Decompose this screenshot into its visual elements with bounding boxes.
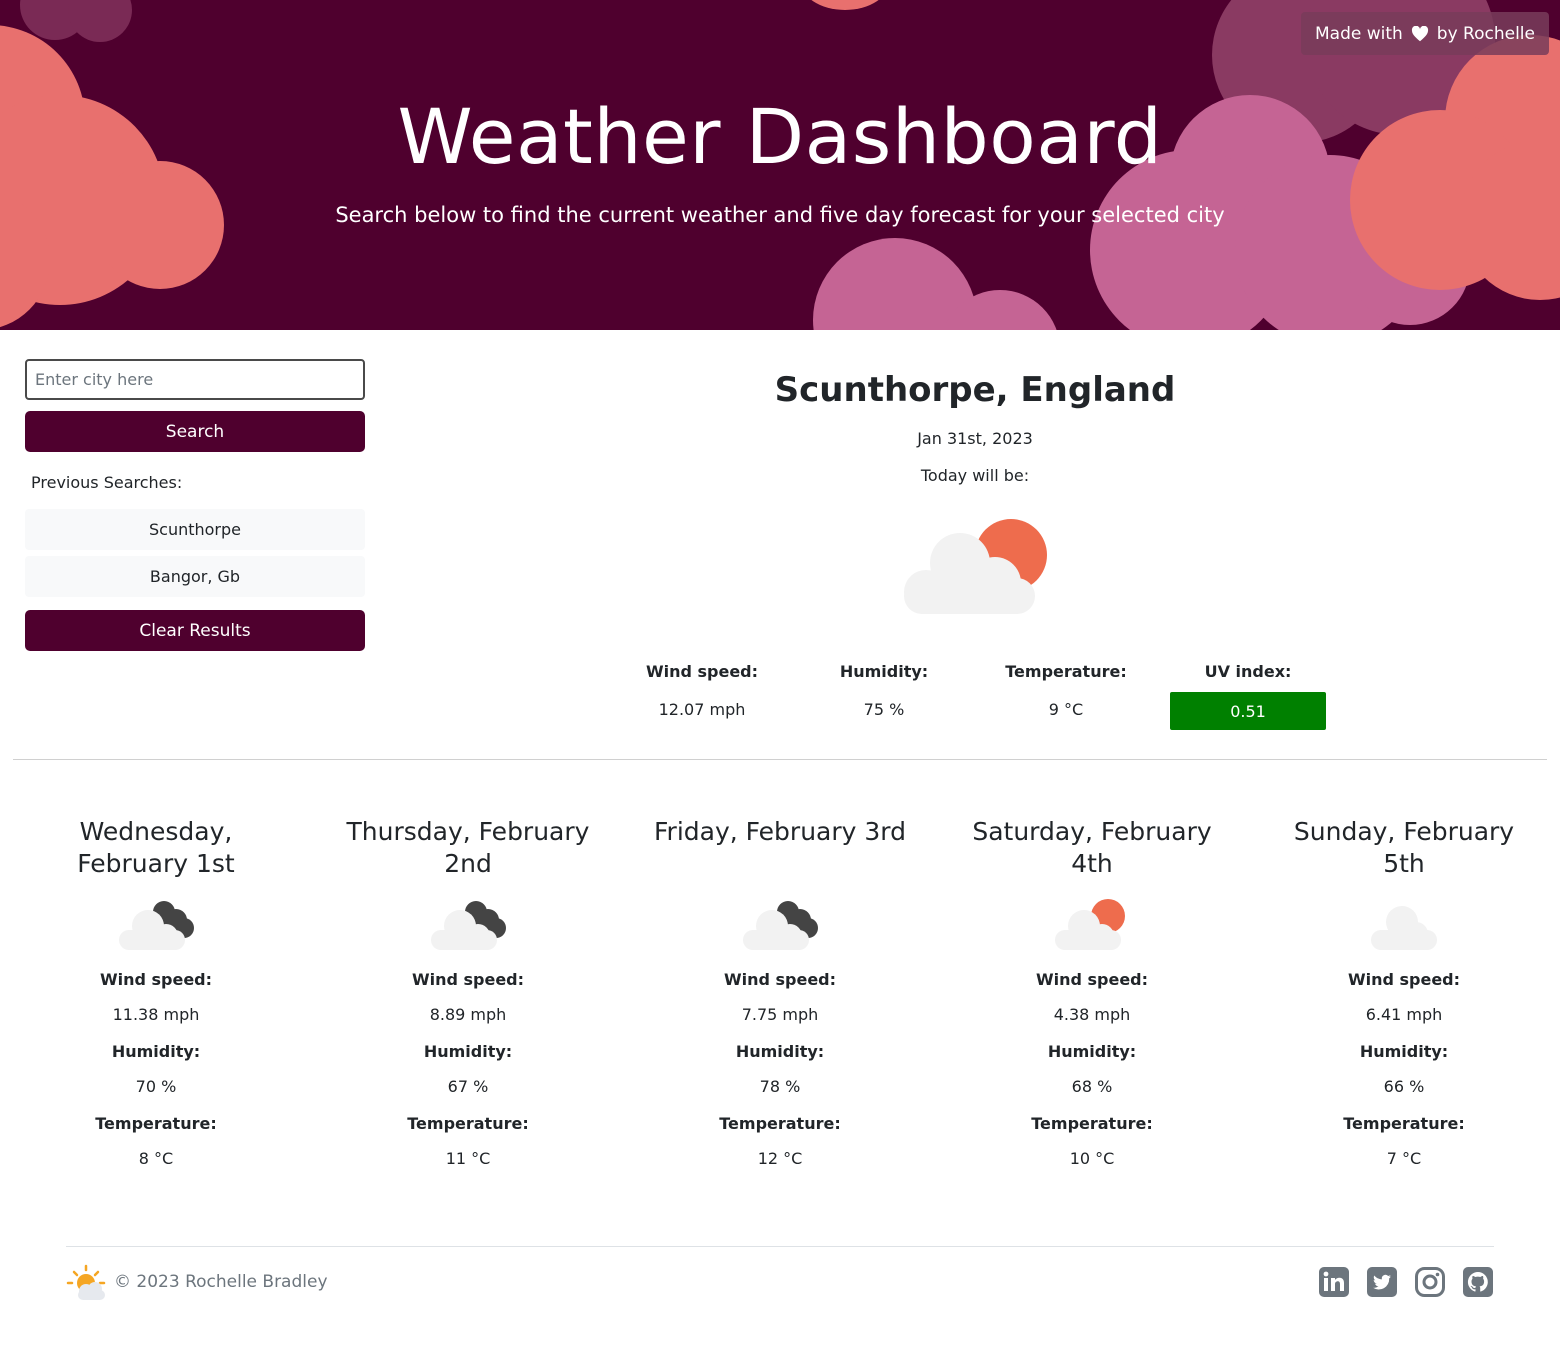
temperature-value: 9 °C bbox=[1048, 700, 1084, 719]
wind-label: Wind speed: bbox=[99, 970, 213, 989]
forecast-day: Wednesday, February 1st bbox=[77, 817, 235, 878]
wind-label: Wind speed: bbox=[1035, 970, 1149, 989]
temperature-value: 12 °C bbox=[757, 1149, 803, 1168]
temperature-label: Temperature: bbox=[1343, 1114, 1465, 1133]
section-divider bbox=[13, 759, 1547, 760]
today-label: Today will be: bbox=[920, 466, 1030, 485]
wind-label: Wind speed: bbox=[411, 970, 525, 989]
wind-value: 11.38 mph bbox=[112, 1005, 200, 1024]
temperature-value: 11 °C bbox=[445, 1149, 491, 1168]
current-uv: UV index: 0.51 bbox=[1168, 662, 1328, 730]
temperature-value: 10 °C bbox=[1069, 1149, 1115, 1168]
temperature-value: 8 °C bbox=[138, 1149, 174, 1168]
wind-value: 7.75 mph bbox=[741, 1005, 819, 1024]
dark-clouds-icon bbox=[116, 898, 196, 952]
humidity-value: 68 % bbox=[1071, 1077, 1113, 1096]
heart-icon bbox=[1411, 25, 1429, 42]
temperature-label: Temperature: bbox=[407, 1114, 529, 1133]
page-subtitle: Search below to find the current weather… bbox=[335, 203, 1225, 227]
forecast-card: Friday, February 3rd Wind speed: 7.75 mp… bbox=[650, 816, 910, 1168]
wind-label: Wind speed: bbox=[723, 970, 837, 989]
forecast-card: Wednesday, February 1st Wind speed: 11.3… bbox=[26, 816, 286, 1168]
temperature-label: Temperature: bbox=[1005, 662, 1127, 681]
temperature-label: Temperature: bbox=[719, 1114, 841, 1133]
humidity-value: 67 % bbox=[447, 1077, 489, 1096]
uv-label: UV index: bbox=[1204, 662, 1292, 681]
forecast-day: Thursday, February 2nd bbox=[346, 817, 590, 878]
wind-value: 8.89 mph bbox=[429, 1005, 507, 1024]
humidity-label: Humidity: bbox=[1047, 1042, 1137, 1061]
previous-search-item[interactable]: Bangor, Gb bbox=[25, 556, 365, 597]
clear-results-button[interactable]: Clear Results bbox=[25, 610, 365, 651]
made-with-prefix: Made with bbox=[1314, 23, 1403, 44]
wind-label: Wind speed: bbox=[645, 662, 759, 681]
forecast-card: Saturday, February 4th Wind speed: 4.38 … bbox=[962, 816, 1222, 1168]
current-date: Jan 31st, 2023 bbox=[917, 429, 1033, 448]
wind-value: 6.41 mph bbox=[1365, 1005, 1443, 1024]
copyright-text: © 2023 Rochelle Bradley bbox=[114, 1272, 328, 1292]
uv-index-badge: 0.51 bbox=[1170, 692, 1326, 730]
made-with-badge[interactable]: Made with by Rochelle bbox=[1301, 12, 1549, 55]
humidity-value: 75 % bbox=[863, 700, 905, 719]
forecast-day: Friday, February 3rd bbox=[653, 817, 906, 846]
page-title: Weather Dashboard bbox=[397, 92, 1163, 181]
forecast-day: Sunday, February 5th bbox=[1293, 817, 1515, 878]
sun-cloud-logo-icon bbox=[66, 1264, 108, 1306]
hero-header: Made with by Rochelle Weather Dashboard … bbox=[0, 0, 1560, 330]
previous-search-item[interactable]: Scunthorpe bbox=[25, 509, 365, 550]
humidity-value: 66 % bbox=[1383, 1077, 1425, 1096]
forecast-card: Sunday, February 5th Wind speed: 6.41 mp… bbox=[1274, 816, 1534, 1168]
search-button[interactable]: Search bbox=[25, 411, 365, 452]
humidity-label: Humidity: bbox=[839, 662, 929, 681]
humidity-label: Humidity: bbox=[111, 1042, 201, 1061]
dark-clouds-icon bbox=[428, 898, 508, 952]
city-search-input[interactable] bbox=[25, 359, 365, 400]
linkedin-icon[interactable] bbox=[1318, 1266, 1350, 1298]
twitter-icon[interactable] bbox=[1366, 1266, 1398, 1298]
humidity-label: Humidity: bbox=[735, 1042, 825, 1061]
wind-value: 12.07 mph bbox=[658, 700, 746, 719]
current-temperature: Temperature: 9 °C bbox=[986, 662, 1146, 719]
humidity-label: Humidity: bbox=[423, 1042, 513, 1061]
github-icon[interactable] bbox=[1462, 1266, 1494, 1298]
current-wind: Wind speed: 12.07 mph bbox=[622, 662, 782, 719]
partly-cloudy-sun-icon bbox=[900, 515, 1050, 624]
cloud-icon bbox=[1364, 898, 1444, 952]
humidity-value: 78 % bbox=[759, 1077, 801, 1096]
forecast-card: Thursday, February 2nd Wind speed: 8.89 … bbox=[338, 816, 598, 1168]
wind-label: Wind speed: bbox=[1347, 970, 1461, 989]
temperature-value: 7 °C bbox=[1386, 1149, 1422, 1168]
temperature-label: Temperature: bbox=[1031, 1114, 1153, 1133]
current-humidity: Humidity: 75 % bbox=[804, 662, 964, 719]
previous-searches-label: Previous Searches: bbox=[31, 473, 183, 492]
dark-clouds-icon bbox=[740, 898, 820, 952]
temperature-label: Temperature: bbox=[95, 1114, 217, 1133]
wind-value: 4.38 mph bbox=[1053, 1005, 1131, 1024]
forecast-day: Saturday, February 4th bbox=[972, 817, 1212, 878]
current-city-name: Scunthorpe, England bbox=[774, 370, 1176, 410]
partly-cloudy-sun-icon bbox=[1052, 898, 1132, 952]
humidity-label: Humidity: bbox=[1359, 1042, 1449, 1061]
footer-divider bbox=[66, 1246, 1494, 1247]
instagram-icon[interactable] bbox=[1414, 1266, 1446, 1298]
made-with-suffix: by Rochelle bbox=[1436, 23, 1535, 44]
humidity-value: 70 % bbox=[135, 1077, 177, 1096]
